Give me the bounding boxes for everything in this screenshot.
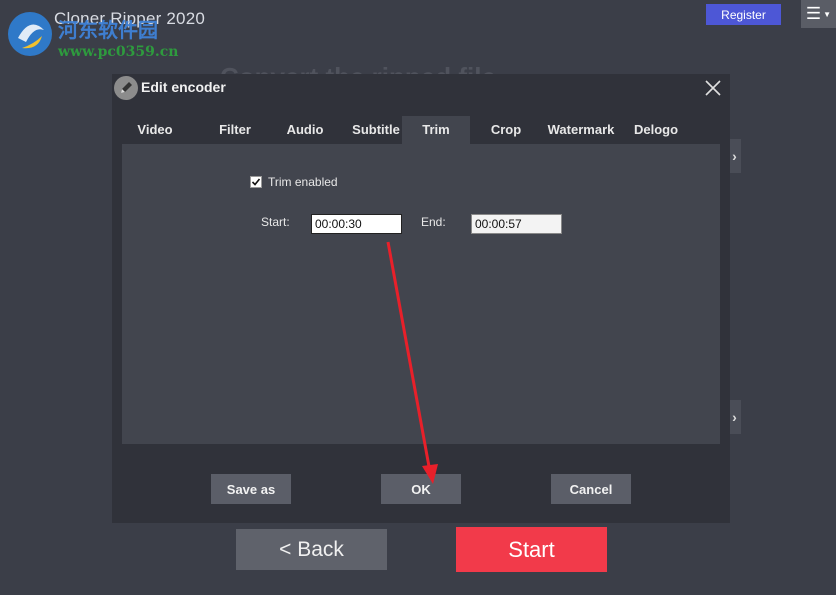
trim-enabled-label: Trim enabled bbox=[268, 175, 338, 189]
checkmark-icon bbox=[251, 178, 261, 186]
menu-button[interactable]: ☰ ▼ bbox=[801, 0, 836, 28]
watermark-text: 河东软件园 bbox=[58, 18, 158, 42]
close-icon[interactable] bbox=[703, 78, 723, 98]
watermark-url: www.pc0359.cn bbox=[58, 44, 179, 60]
register-button[interactable]: Register bbox=[706, 4, 781, 25]
start-time-input[interactable] bbox=[311, 214, 402, 234]
tab-trim[interactable]: Trim bbox=[402, 116, 470, 144]
trim-enabled-row[interactable]: Trim enabled bbox=[250, 175, 338, 189]
tab-watermark[interactable]: Watermark bbox=[544, 116, 618, 144]
hamburger-icon: ☰ bbox=[805, 4, 822, 23]
cancel-button[interactable]: Cancel bbox=[551, 474, 631, 504]
end-time-input[interactable] bbox=[471, 214, 562, 234]
pencil-icon bbox=[114, 76, 138, 100]
ok-button[interactable]: OK bbox=[381, 474, 461, 504]
tab-crop[interactable]: Crop bbox=[486, 116, 526, 144]
start-label: Start: bbox=[261, 215, 290, 229]
encoder-tabs: Video Filter Audio Subtitle Trim Crop Wa… bbox=[122, 116, 720, 144]
back-button[interactable]: < Back bbox=[236, 529, 387, 570]
tab-subtitle[interactable]: Subtitle bbox=[346, 116, 406, 144]
app-logo-icon bbox=[8, 12, 52, 56]
tab-audio[interactable]: Audio bbox=[280, 116, 330, 144]
trim-enabled-checkbox[interactable] bbox=[250, 176, 262, 188]
save-as-button[interactable]: Save as bbox=[211, 474, 291, 504]
end-label: End: bbox=[421, 215, 446, 229]
trim-panel: Trim enabled Start: End: bbox=[122, 144, 720, 444]
dialog-title: Edit encoder bbox=[141, 79, 226, 95]
caret-down-icon: ▼ bbox=[823, 9, 832, 19]
start-button[interactable]: Start bbox=[456, 527, 607, 572]
tab-filter[interactable]: Filter bbox=[210, 116, 260, 144]
tab-video[interactable]: Video bbox=[132, 116, 178, 144]
edit-encoder-dialog: Edit encoder Video Filter Audio Subtitle… bbox=[112, 74, 730, 523]
tab-delogo[interactable]: Delogo bbox=[630, 116, 682, 144]
